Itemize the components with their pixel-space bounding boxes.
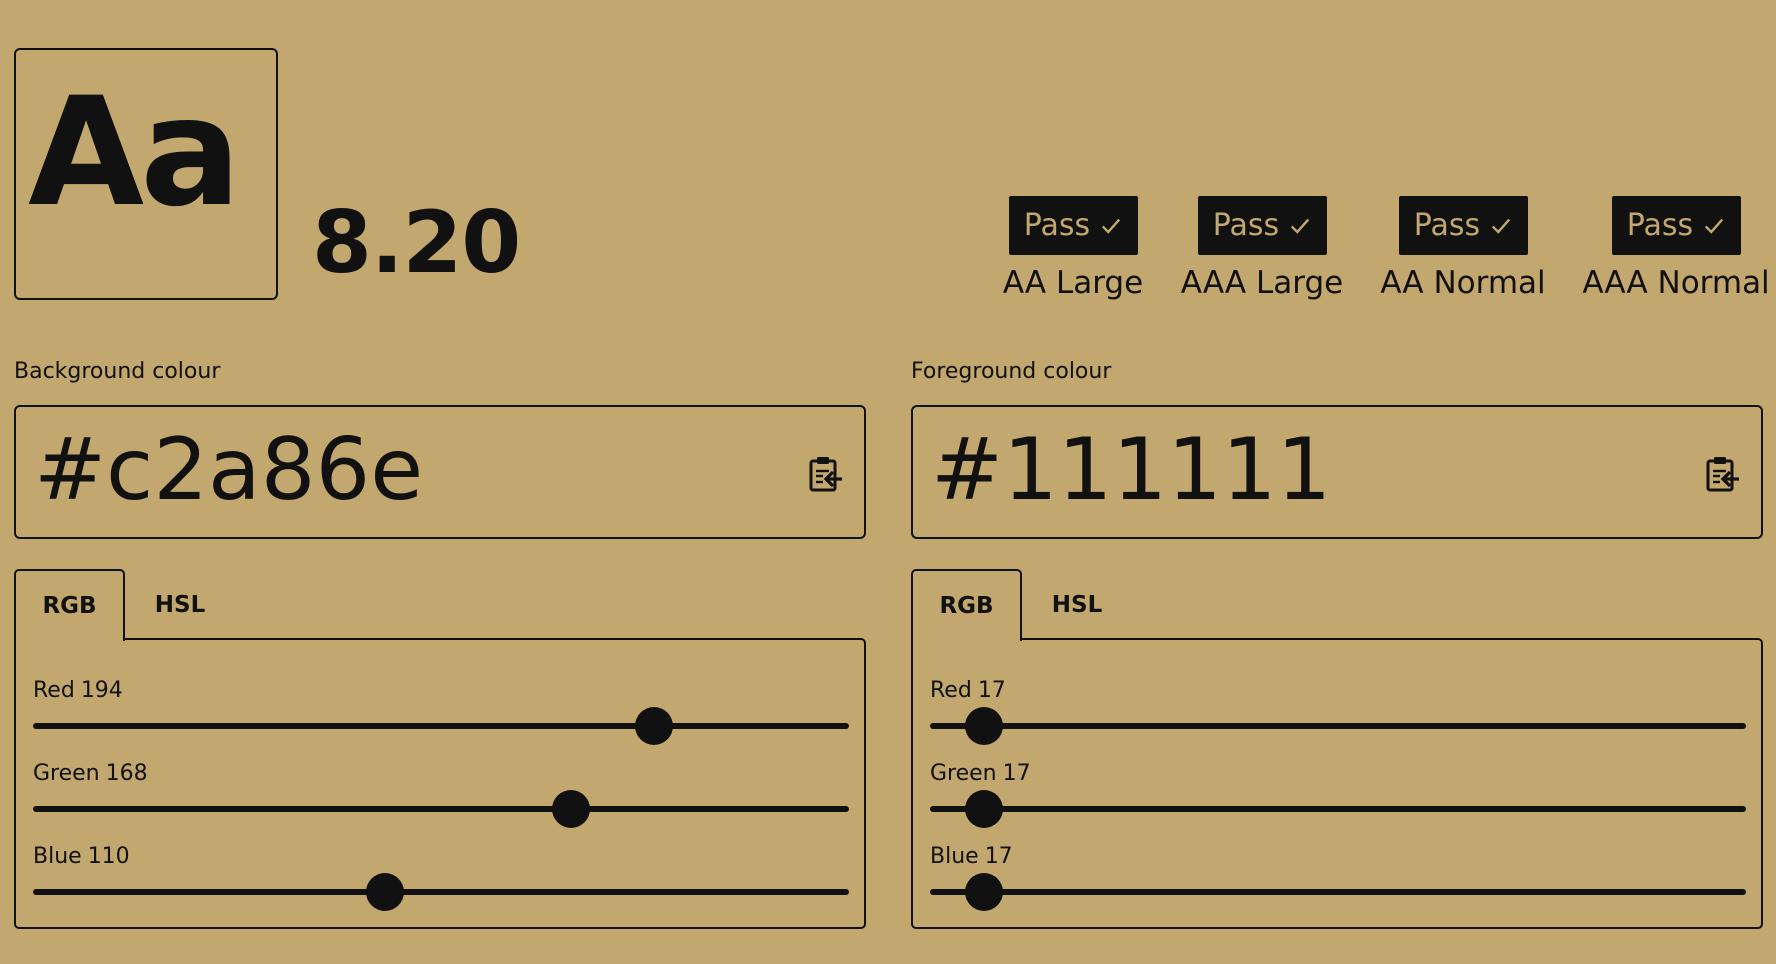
background-rgb-panel: Red 194 Green 168 Blue 110 [14, 638, 866, 929]
foreground-blue-label: Blue 17 [930, 844, 1013, 869]
badge-aa-normal: Pass AA Normal [1380, 196, 1546, 301]
slider-thumb[interactable] [366, 873, 405, 911]
preview-box: Aa [14, 48, 278, 300]
foreground-colour-label: Foreground colour [911, 359, 1112, 384]
foreground-hex-input[interactable]: #111111 [911, 405, 1763, 539]
check-icon [1291, 218, 1310, 234]
badge-label: AA Normal [1380, 265, 1546, 301]
foreground-red-slider[interactable] [930, 707, 1746, 745]
badge-label: AAA Large [1180, 265, 1344, 301]
check-icon [1705, 218, 1724, 234]
badge-aaa-large: Pass AAA Large [1181, 196, 1343, 301]
background-green-slider[interactable] [33, 790, 849, 828]
background-hex-input[interactable]: #c2a86e [14, 405, 866, 539]
pass-badge: Pass [1197, 196, 1327, 255]
slider-thumb[interactable] [965, 790, 1004, 828]
badge-label: AA Large [1002, 265, 1144, 301]
badge-aa-large: Pass AA Large [998, 196, 1148, 301]
background-colour-label: Background colour [14, 359, 221, 384]
background-blue-label: Blue 110 [33, 844, 130, 869]
background-red-slider[interactable] [33, 707, 849, 745]
foreground-rgb-panel: Red 17 Green 17 Blue 17 [911, 638, 1763, 929]
clipboard-paste-icon[interactable] [808, 455, 844, 493]
foreground-red-label: Red 17 [930, 678, 1006, 703]
background-red-label: Red 194 [33, 678, 123, 703]
background-green-label: Green 168 [33, 761, 148, 786]
pass-badge: Pass [1398, 196, 1528, 255]
preview-sample-text: Aa [28, 66, 241, 240]
background-tab-rgb[interactable]: RGB [14, 569, 125, 641]
badge-aaa-normal: Pass AAA Normal [1582, 196, 1770, 301]
slider-thumb[interactable] [551, 790, 590, 828]
badge-status: Pass [1023, 208, 1091, 243]
background-tab-hsl[interactable]: HSL [125, 569, 235, 641]
pass-badge: Pass [1008, 196, 1138, 255]
foreground-hex-value[interactable]: #111111 [931, 427, 1331, 513]
background-hex-value[interactable]: #c2a86e [34, 427, 423, 513]
foreground-blue-slider[interactable] [930, 873, 1746, 911]
background-blue-slider[interactable] [33, 873, 849, 911]
foreground-tab-rgb[interactable]: RGB [911, 569, 1022, 641]
slider-thumb[interactable] [965, 873, 1004, 911]
foreground-green-label: Green 17 [930, 761, 1031, 786]
badge-status: Pass [1413, 208, 1481, 243]
badge-label: AAA Normal [1582, 265, 1770, 301]
foreground-tab-hsl[interactable]: HSL [1022, 569, 1132, 641]
foreground-green-slider[interactable] [930, 790, 1746, 828]
pass-badge: Pass [1611, 196, 1741, 255]
check-icon [1102, 218, 1121, 234]
badge-status: Pass [1212, 208, 1280, 243]
clipboard-paste-icon[interactable] [1705, 455, 1741, 493]
slider-thumb[interactable] [634, 707, 673, 745]
check-icon [1492, 218, 1511, 234]
badge-status: Pass [1626, 208, 1694, 243]
contrast-ratio: 8.20 [312, 193, 521, 293]
slider-thumb[interactable] [965, 707, 1004, 745]
